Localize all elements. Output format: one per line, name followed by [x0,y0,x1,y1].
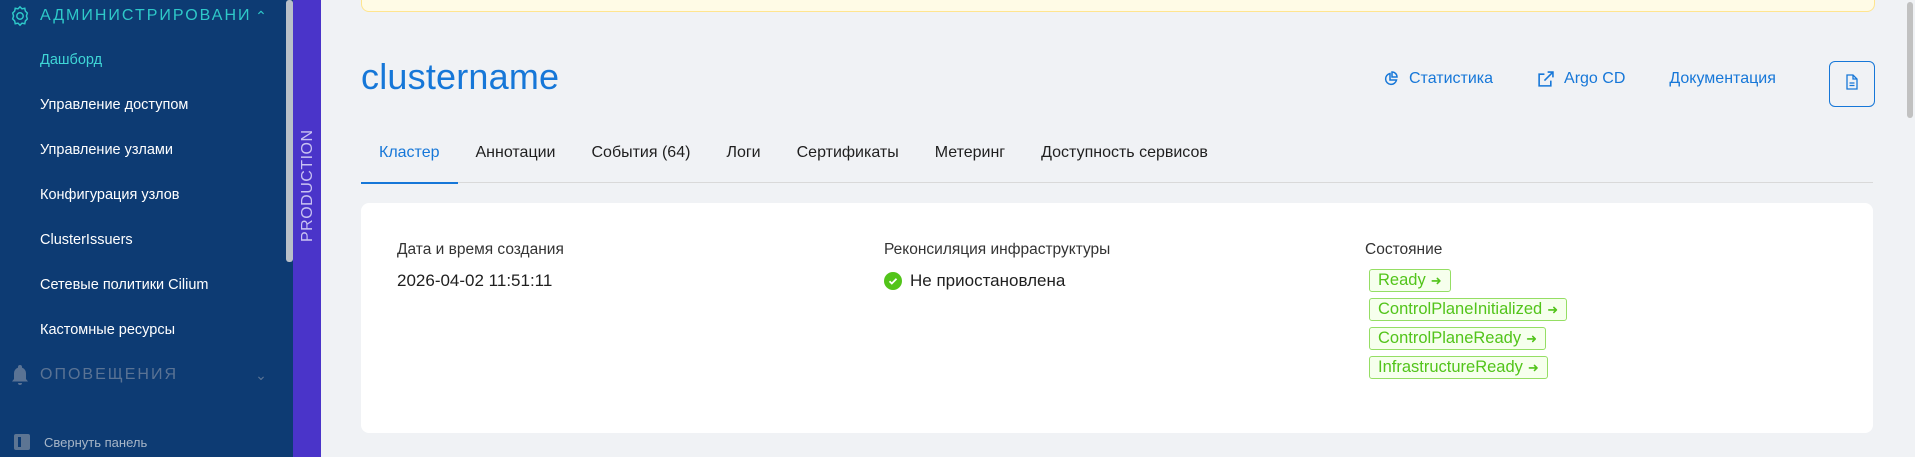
panel-icon [14,434,30,450]
document-button[interactable] [1829,61,1875,107]
created-label: Дата и время создания [397,241,564,258]
collapse-panel-button[interactable]: Свернуть панель [14,434,147,450]
sidebar-item-dashboard[interactable]: Дашборд [40,52,102,68]
main-scrollbar-thumb[interactable] [1907,2,1913,118]
tab-annotations[interactable]: Аннотации [458,128,574,182]
external-link-icon [1537,70,1554,88]
tab-certificates[interactable]: Сертификаты [779,128,917,182]
state-tag-label: ControlPlaneReady [1378,329,1522,347]
file-icon [1845,73,1859,95]
sidebar-item-node-config[interactable]: Конфигурация узлов [40,187,179,203]
arrow-right-icon: ➜ [1527,359,1539,375]
collapse-panel-label: Свернуть панель [44,434,148,450]
state-tag-label: InfrastructureReady [1378,358,1523,376]
environment-label: PRODUCTION [299,129,316,242]
alert-banner [361,0,1875,12]
argo-cd-label: Argo CD [1564,70,1626,87]
chevron-down-icon: ⌄ [255,366,269,383]
tab-events[interactable]: События (64) [573,128,708,182]
state-tag-control-plane-ready[interactable]: ControlPlaneReady ➜ [1369,327,1546,350]
state-tags: Ready ➜ ControlPlaneInitialized ➜ ControlP… [1369,269,1568,385]
state-tag-infrastructure-ready[interactable]: InfrastructureReady ➜ [1369,356,1548,379]
state-tag-label: Ready [1378,271,1426,289]
reconciliation-value: Не приостановлена [910,271,1066,290]
documentation-link[interactable]: Документация [1669,70,1775,88]
sidebar: Администрировани ⌃ Дашборд Управление до… [0,0,293,457]
sidebar-item-custom-resources[interactable]: Кастомные ресурсы [40,322,175,338]
state-field: Состояние Ready ➜ ControlPlaneInitialized… [1365,241,1568,385]
environment-bar: PRODUCTION [293,0,321,457]
reconciliation-field: Реконсиляция инфраструктуры Не приостано… [884,241,1110,291]
state-tag-label: ControlPlaneInitialized [1378,300,1543,318]
sidebar-section-alerts-label: Оповещения [40,366,179,383]
state-tag-ready[interactable]: Ready ➜ [1369,269,1451,292]
tab-service-availability[interactable]: Доступность сервисов [1023,128,1226,182]
chevron-up-icon: ⌃ [255,7,269,24]
sidebar-section-admin[interactable]: Администрировани ⌃ [0,0,284,32]
page-title: clustername [361,56,560,97]
header-actions: Статистика Argo CD Документация [1383,70,1820,88]
sidebar-section-alerts[interactable]: Оповещения ⌄ [0,359,284,391]
sidebar-item-cilium[interactable]: Сетевые политики Cilium [40,277,208,293]
gear-icon [8,4,32,28]
sidebar-section-admin-label: Администрировани [40,7,252,24]
pie-chart-icon [1383,71,1399,87]
created-field: Дата и время создания 2026-04-02 11:51:1… [397,241,564,291]
reconciliation-status: Не приостановлена [884,271,1110,291]
tab-logs[interactable]: Логи [708,128,778,182]
argo-cd-link[interactable]: Argo CD [1537,70,1625,88]
bell-icon [8,363,32,387]
sidebar-item-nodes[interactable]: Управление узлами [40,142,173,158]
tab-cluster[interactable]: Кластер [361,128,458,184]
reconciliation-label: Реконсиляция инфраструктуры [884,241,1111,258]
tab-bar: Кластер Аннотации События (64) Логи Серт… [361,128,1873,184]
main-content: clustername Статистика Argo CD Документа… [321,0,1915,457]
statistics-link[interactable]: Статистика [1383,70,1493,88]
cluster-info-card: Дата и время создания 2026-04-02 11:51:1… [361,203,1873,433]
sidebar-item-access[interactable]: Управление доступом [40,97,188,113]
tab-metering[interactable]: Метеринг [917,128,1023,182]
check-circle-icon [884,272,902,290]
arrow-right-icon: ➜ [1430,272,1442,288]
created-value: 2026-04-02 11:51:11 [397,271,553,290]
main-scrollbar[interactable] [1905,0,1915,457]
statistics-label: Статистика [1409,70,1494,87]
arrow-right-icon: ➜ [1547,301,1559,317]
sidebar-scrollbar[interactable] [286,0,293,262]
arrow-right-icon: ➜ [1526,330,1537,346]
documentation-label: Документация [1669,70,1776,87]
sidebar-item-clusterissuers[interactable]: ClusterIssuers [40,232,133,248]
state-label: Состояние [1365,241,1443,258]
state-tag-control-plane-initialized[interactable]: ControlPlaneInitialized ➜ [1369,298,1568,321]
